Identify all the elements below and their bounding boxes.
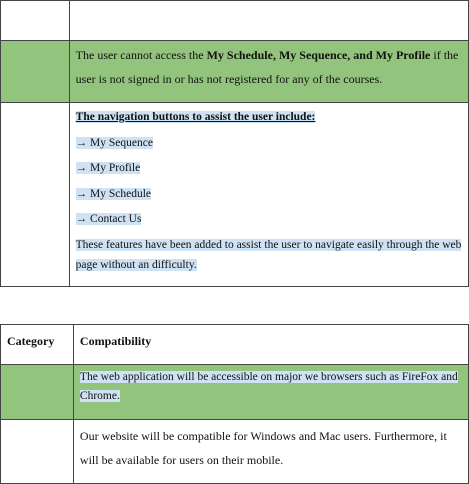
compatibility-header: Compatibility xyxy=(79,334,152,348)
nav-item-my-schedule: → My Schedule xyxy=(75,187,152,200)
compatibility-table: Category Compatibility The web applicati… xyxy=(0,324,469,484)
nav-item-contact-us: → Contact Us xyxy=(75,213,142,225)
table-row-navigation: The navigation buttons to assist the use… xyxy=(0,102,469,287)
table-row-platforms: Our website will be compatible for Windo… xyxy=(0,419,469,484)
table-cell: The web application will be accessible o… xyxy=(72,364,469,420)
table-row-empty xyxy=(0,0,469,41)
table-cell: The navigation buttons to assist the use… xyxy=(68,102,469,287)
table-cell xyxy=(0,0,70,41)
nav-item-my-profile: → My Profile xyxy=(75,162,141,174)
table-cell: Our website will be compatible for Windo… xyxy=(72,419,469,484)
access-text-bold: My Schedule, My Sequence, and My Profile xyxy=(206,48,431,62)
access-text-start: The user cannot access the xyxy=(75,48,207,62)
table-cell xyxy=(0,40,70,103)
category-header: Category xyxy=(7,334,55,348)
access-text: The user cannot access the My Schedule, … xyxy=(70,41,468,91)
platform-compatibility-text: Our website will be compatible for Windo… xyxy=(79,429,447,467)
table-cell xyxy=(0,364,74,420)
table-cell xyxy=(0,419,74,484)
navigation-heading: The navigation buttons to assist the use… xyxy=(75,111,316,123)
nav-item-my-sequence: → My Sequence xyxy=(75,136,153,149)
table-header-row: Category Compatibility xyxy=(0,324,469,365)
requirements-table-1: The user cannot access the My Schedule, … xyxy=(0,0,469,287)
table-row-browsers: The web application will be accessible o… xyxy=(0,364,469,420)
browser-compatibility-text: The web application will be accessible o… xyxy=(79,371,458,402)
table-cell xyxy=(68,0,469,41)
table-cell: Compatibility xyxy=(72,324,469,365)
table-cell: Category xyxy=(0,324,74,365)
navigation-note: These features have been added to assist… xyxy=(75,238,462,271)
table-row-access: The user cannot access the My Schedule, … xyxy=(0,40,469,103)
table-cell: The user cannot access the My Schedule, … xyxy=(68,40,469,103)
table-cell xyxy=(0,102,70,287)
